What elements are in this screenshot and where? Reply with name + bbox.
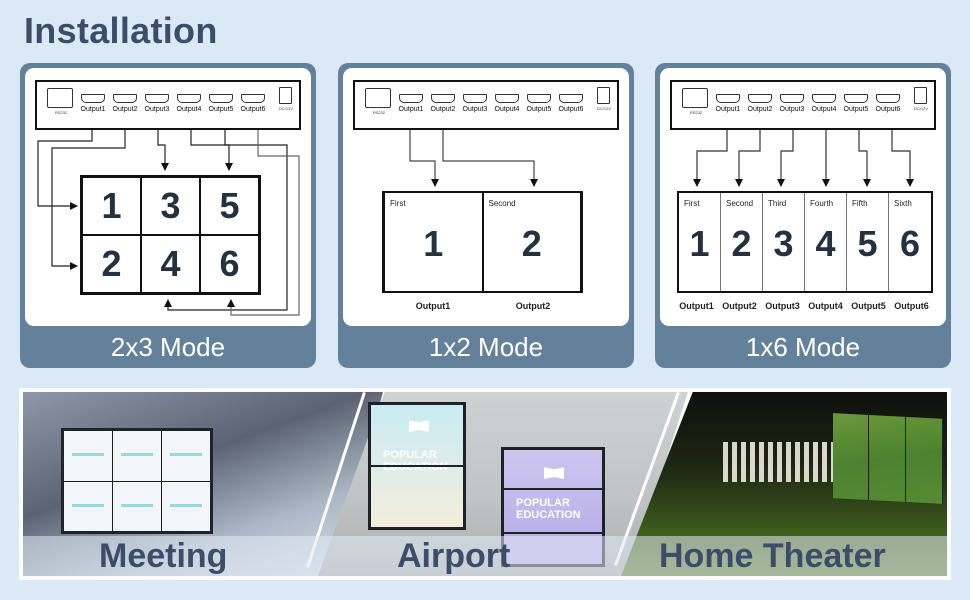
wire-output1 — [693, 130, 728, 187]
scene-caption-meeting: Meeting — [99, 537, 228, 575]
screen-cell: Second 2 — [721, 193, 763, 291]
cell-number: 1 — [689, 223, 710, 264]
screen-cell: First 1 — [384, 193, 483, 291]
cell-output-label: Output1 — [415, 301, 451, 311]
mode-label: 1x2 Mode — [428, 332, 544, 362]
mode-panel-1x6: RS232 Output1 Output2 Output3 Output4 Ou… — [655, 63, 951, 368]
bezel-line — [371, 465, 463, 467]
poster-title: POPULAR EDUCATION — [383, 449, 448, 473]
screen-cell: 1 — [82, 177, 141, 235]
cell-position-label: Second — [726, 199, 754, 208]
wire-output5 — [858, 130, 871, 187]
screen-cell: Fifth 5 — [847, 193, 889, 291]
poster-title: POPULAR EDUCATION — [516, 497, 581, 521]
cell-position-label: Third — [768, 199, 787, 208]
screen-cell: First 1 — [679, 193, 721, 291]
bezel-line — [504, 532, 602, 534]
wire-output2 — [442, 130, 538, 187]
cell-output-label: Output5 — [851, 301, 886, 311]
scenario-photos: POPULAR EDUCATION POPULAR EDUCATION Meet… — [23, 392, 947, 576]
poster-display: POPULAR EDUCATION — [368, 402, 466, 530]
wire-output2 — [735, 130, 761, 187]
screen-cell: Second 2 — [482, 193, 581, 291]
cell-output-label: Output2 — [722, 301, 757, 311]
screen-cell: 5 — [200, 177, 259, 235]
cell-position-label: Second — [488, 199, 516, 208]
scenario-strip: POPULAR EDUCATION POPULAR EDUCATION Meet… — [19, 388, 951, 580]
wire-output1 — [409, 130, 439, 187]
diagram-area: RS232 Output1 Output2 Output3 Output4 Ou… — [25, 68, 311, 326]
cell-number: 4 — [815, 223, 836, 264]
cell-number: 6 — [899, 223, 921, 264]
outdoor-video-wall — [833, 413, 943, 504]
cell-output-label: Output6 — [894, 301, 929, 311]
mode-panel-1x2: RS232 Output1 Output2 Output3 Output4 Ou… — [338, 63, 634, 368]
cell-number: 5 — [857, 223, 878, 264]
wire-output3 — [157, 130, 169, 171]
cell-position-label: Fifth — [852, 199, 868, 208]
book-icon — [544, 467, 564, 479]
cell-position-label: Sixth — [894, 199, 912, 208]
wire-output6 — [891, 130, 914, 187]
cell-number: 3 — [773, 223, 794, 264]
wire-output3 — [777, 130, 794, 187]
screen-cell: Fourth 4 — [805, 193, 847, 291]
screen-cell: Third 3 — [763, 193, 805, 291]
cell-number: 2 — [731, 223, 752, 264]
video-wall-1x6: First 1 Second 2 Third 3 Fourth 4 Fifth 5 Six… — [677, 191, 933, 293]
screen-cell: 4 — [141, 235, 200, 293]
video-wall-display — [61, 428, 213, 534]
cell-output-label: Output4 — [808, 301, 843, 311]
cell-output-label: Output1 — [679, 301, 714, 311]
diagram-area: RS232 Output1 Output2 Output3 Output4 Ou… — [343, 68, 629, 326]
cell-position-label: First — [390, 199, 406, 208]
screen-cell: 6 — [200, 235, 259, 293]
screen-cell: 3 — [141, 177, 200, 235]
mode-label: 1x6 Mode — [745, 332, 861, 362]
scene-caption-home-theater: Home Theater — [659, 537, 886, 575]
screen-cell: Sixth 6 — [889, 193, 931, 291]
mode-label: 2x3 Mode — [110, 332, 226, 362]
cell-position-label: Fourth — [810, 199, 834, 208]
diagram-area: RS232 Output1 Output2 Output3 Output4 Ou… — [660, 68, 946, 326]
video-wall-1x2: First 1 Second 2 — [382, 191, 583, 293]
video-wall-2x3: 1 3 5 2 4 6 — [80, 175, 261, 295]
cell-number: 1 — [423, 223, 444, 264]
cell-number: 2 — [521, 223, 542, 264]
screen-cell: 2 — [82, 235, 141, 293]
page-title: Installation — [24, 10, 218, 51]
bezel-line — [504, 488, 602, 490]
cell-output-label: Output2 — [515, 301, 551, 311]
cell-position-label: First — [684, 199, 700, 208]
scene-caption-airport: Airport — [397, 537, 511, 575]
wire-output5 — [224, 130, 233, 171]
book-icon — [409, 420, 429, 432]
cell-output-label: Output3 — [765, 301, 800, 311]
mode-panel-2x3: RS232 Output1 Output2 Output3 Output4 Ou… — [20, 63, 316, 368]
